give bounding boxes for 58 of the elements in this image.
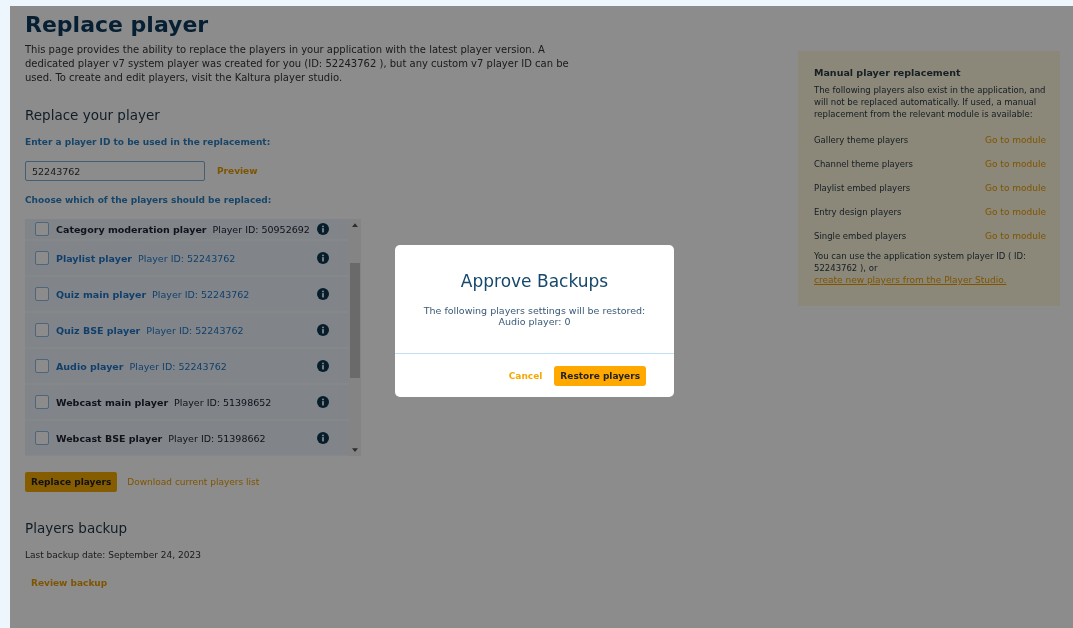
page-title: Replace player — [25, 12, 209, 37]
preview-link[interactable]: Preview — [217, 166, 258, 176]
field-label: Choose which of the players should be replaced: — [25, 195, 272, 205]
info-icon[interactable] — [317, 223, 329, 235]
player-name: Category moderation player — [56, 223, 207, 235]
go-to-module-link[interactable]: Go to module — [985, 159, 1046, 169]
player-name: Webcast main player — [56, 396, 169, 408]
go-to-module-link[interactable]: Go to module — [985, 207, 1046, 217]
panel-title: Manual player replacement — [814, 67, 962, 78]
restore-players-button[interactable]: Restore players — [554, 365, 646, 386]
checkbox[interactable] — [35, 395, 49, 409]
module-name: Single embed players — [814, 231, 907, 241]
dialog-detail: Audio player: 0 — [498, 316, 571, 327]
player-row[interactable]: Webcast main player Player ID: 51398652 — [25, 385, 349, 419]
player-name: Quiz BSE player — [56, 324, 141, 336]
player-row[interactable]: Webcast BSE player Player ID: 51398662 — [25, 421, 349, 455]
field-label: Enter a player ID to be used in the replacement: — [25, 137, 271, 147]
go-to-module-link[interactable]: Go to module — [985, 231, 1046, 241]
scroll-down-icon[interactable] — [352, 448, 358, 452]
checkbox[interactable] — [35, 431, 49, 445]
replace-players-button[interactable]: Replace players — [25, 472, 118, 492]
player-name: Webcast BSE player — [56, 432, 163, 444]
go-to-module-link[interactable]: Go to module — [985, 183, 1046, 193]
player-id-text: Player ID: 52243762 — [146, 324, 244, 336]
dialog-title: Approve Backups — [460, 271, 609, 291]
checkbox[interactable] — [35, 222, 49, 236]
player-id-text: Player ID: 50952692 — [212, 223, 310, 235]
info-icon[interactable] — [317, 396, 329, 408]
panel-text: The following players also exist in the application, and will not be replaced automatically. If used, a manual replacement from the relevant module is available: — [814, 84, 1046, 120]
section-heading: Replace your player — [25, 107, 160, 123]
module-name: Channel theme players — [814, 159, 913, 169]
dialog-message: The following players settings will be restored: — [423, 305, 646, 316]
player-name: Audio player — [56, 360, 124, 372]
panel-footer-text: You can use the application system player ID ( ID: 52243762 ), or create new players from the Player Studio. — [814, 250, 1046, 286]
player-id-field[interactable]: 52243762 — [25, 161, 205, 181]
player-id-text: Player ID: 52243762 — [152, 288, 250, 300]
scrollbar[interactable] — [349, 219, 361, 456]
review-backup-link[interactable]: Review backup — [31, 578, 108, 588]
scrollbar-thumb[interactable] — [350, 263, 360, 378]
cancel-link[interactable]: Cancel — [508, 370, 543, 381]
player-id-text: Player ID: 52243762 — [138, 252, 236, 264]
player-name: Playlist player — [56, 252, 133, 264]
info-icon[interactable] — [317, 432, 329, 444]
module-name: Entry design players — [814, 207, 902, 217]
go-to-module-link[interactable]: Go to module — [985, 135, 1046, 145]
download-link[interactable]: Download current players list — [127, 477, 260, 487]
backup-date-text: Last backup date: September 24, 2023 — [25, 550, 201, 560]
section-heading: Players backup — [25, 520, 128, 536]
scroll-up-icon[interactable] — [352, 223, 358, 227]
module-name: Playlist embed players — [814, 183, 911, 193]
player-id-text: Player ID: 52243762 — [129, 360, 227, 372]
player-id-text: Player ID: 51398662 — [168, 432, 266, 444]
intro-text: This page provides the ability to replace the players in your application with the latest player version. A dedicated player v7 system player was created for you (ID: 52243762 ), but any custom v7 player ID can be used. To create and edit players, visit the Kaltura player studio. — [25, 43, 570, 85]
module-name: Gallery theme players — [814, 135, 909, 145]
player-name: Quiz main player — [56, 288, 147, 300]
player-id-text: Player ID: 51398652 — [174, 396, 272, 408]
player-row[interactable]: Category moderation player Player ID: 50952692 — [25, 219, 349, 239]
player-studio-link[interactable]: create new players from the Player Studio. — [814, 274, 1046, 286]
